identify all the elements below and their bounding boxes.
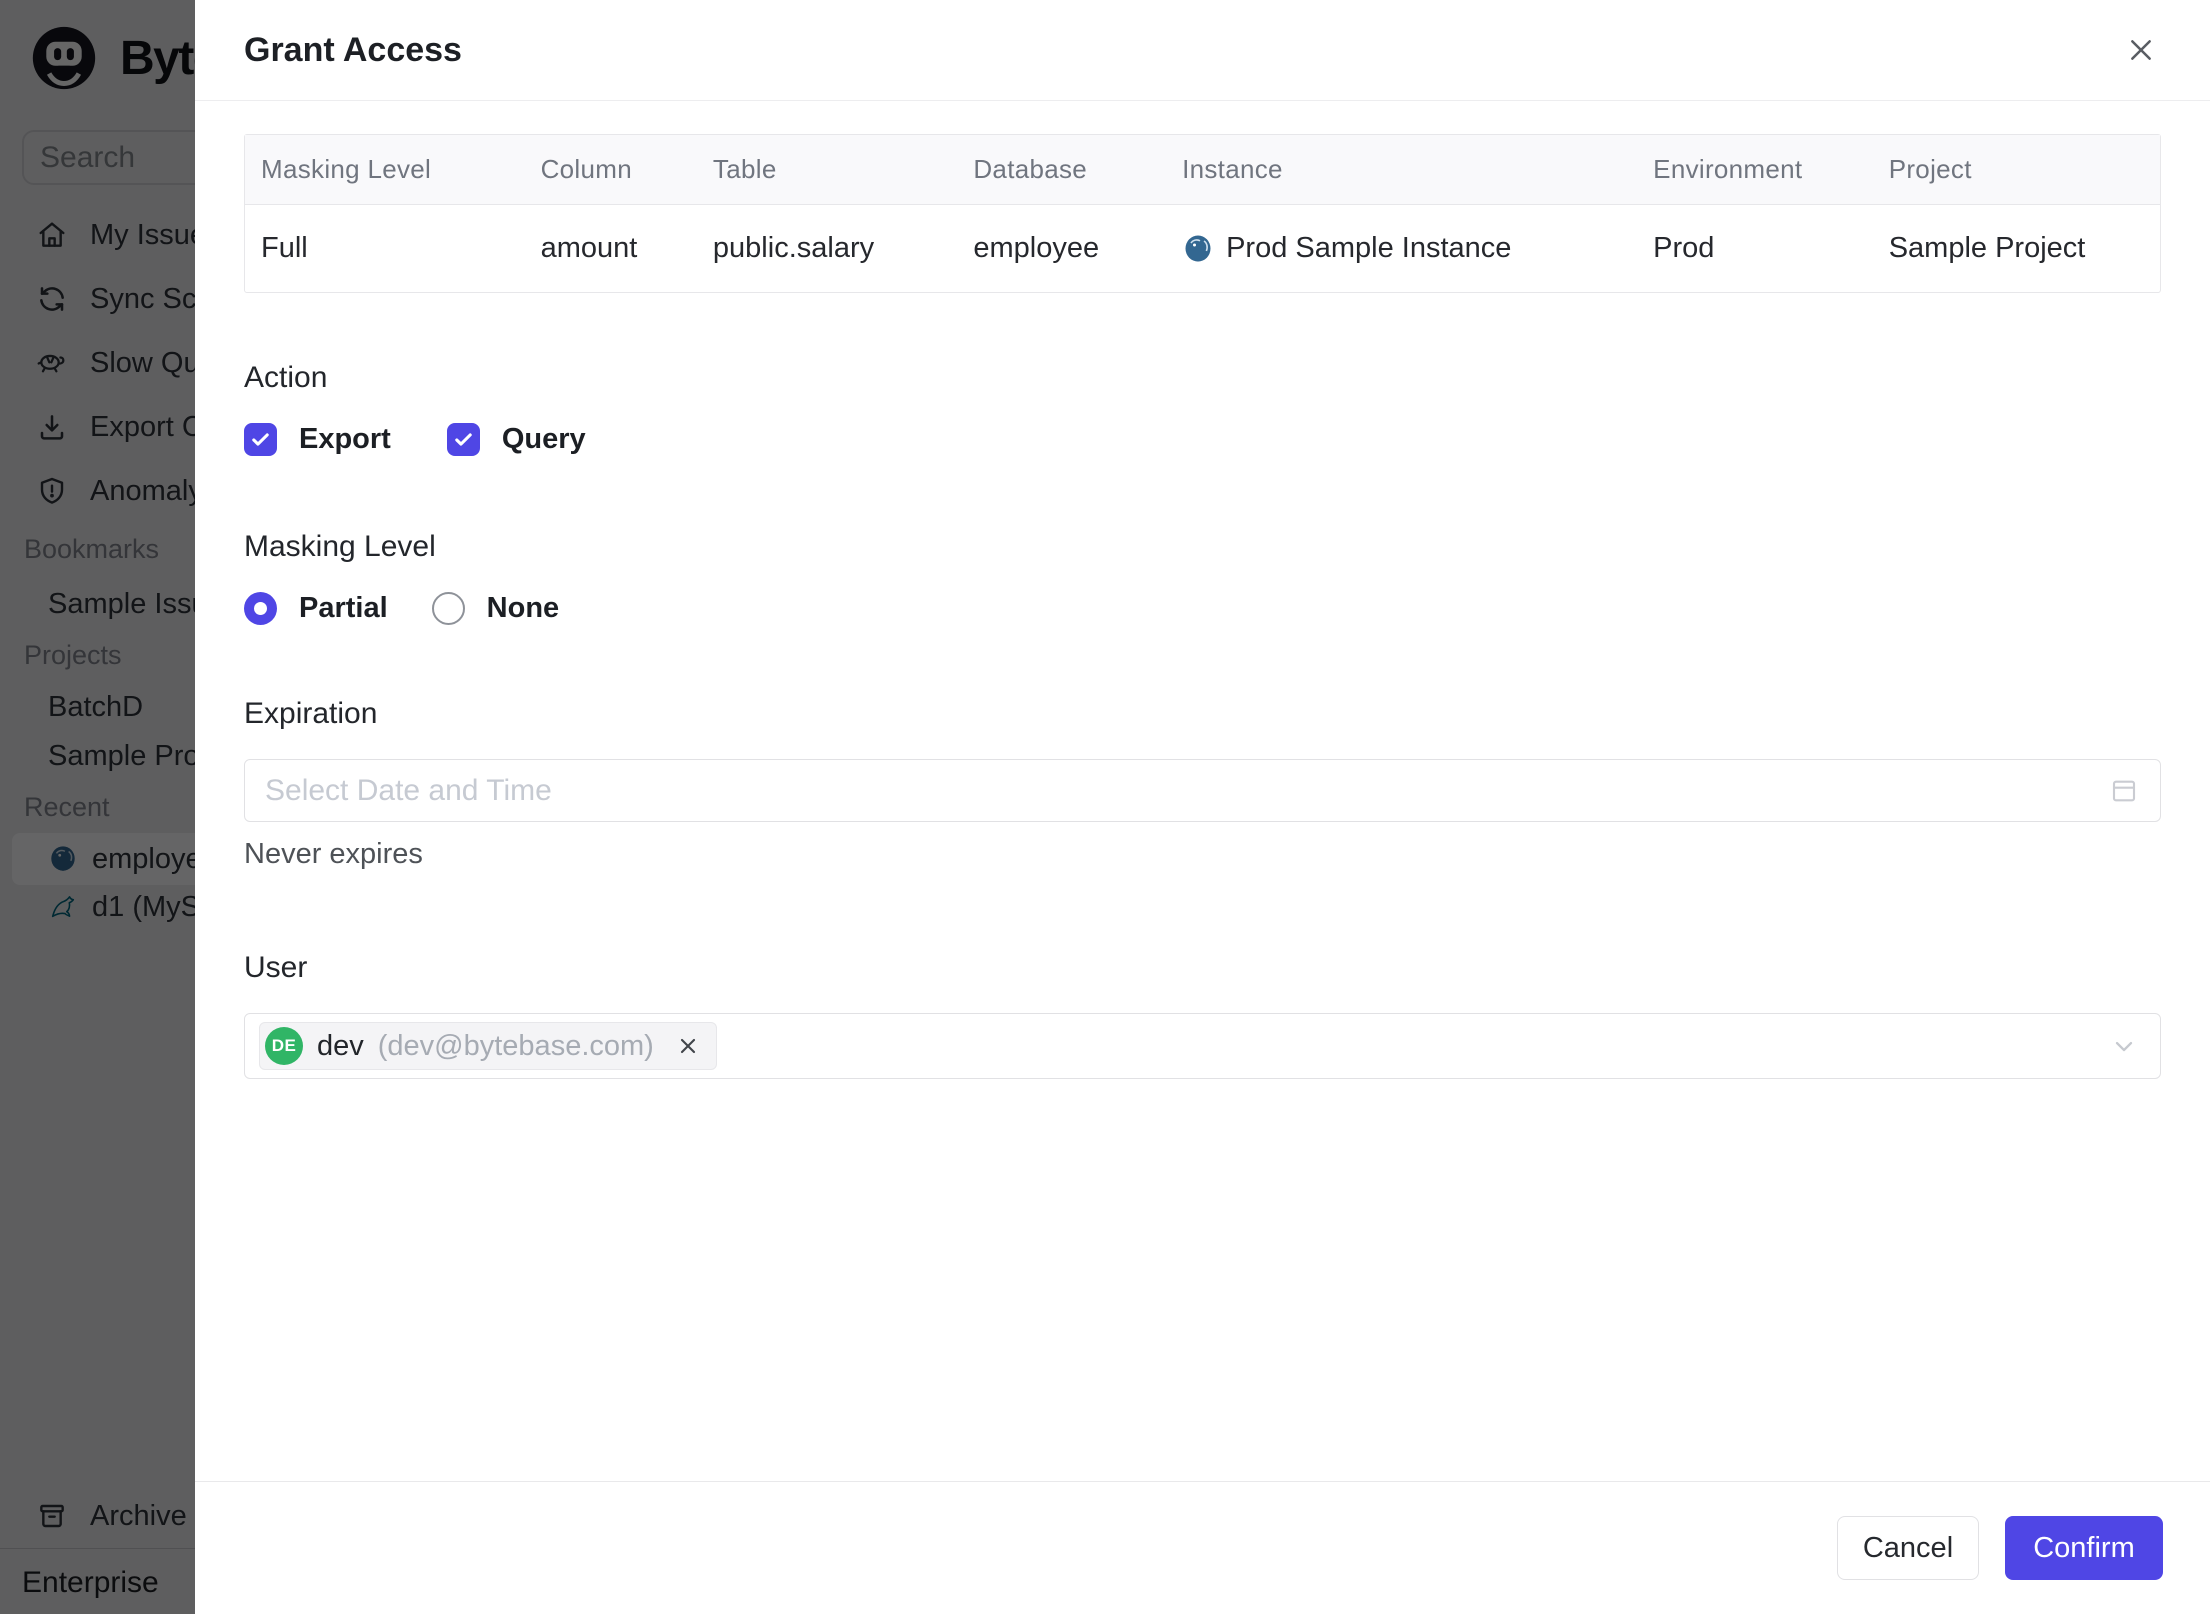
col-project: Project [1872, 135, 2160, 205]
cancel-button[interactable]: Cancel [1837, 1516, 1979, 1580]
user-email: (dev@bytebase.com) [377, 1029, 654, 1062]
checkbox-checked-icon [244, 423, 277, 456]
col-environment: Environment [1637, 135, 1873, 205]
user-name: dev [317, 1029, 364, 1062]
none-radio[interactable]: None [431, 592, 560, 625]
partial-label: Partial [299, 592, 388, 624]
confirm-button[interactable]: Confirm [2005, 1516, 2163, 1580]
col-table: Table [696, 135, 958, 205]
access-summary-table: Masking Level Column Table Database Inst… [244, 134, 2161, 293]
table-header-row: Masking Level Column Table Database Inst… [245, 135, 2160, 205]
avatar: DE [265, 1027, 303, 1065]
cell-instance: Prod Sample Instance [1166, 205, 1637, 293]
masking-options: Partial None [244, 592, 2161, 625]
chevron-down-icon [2110, 1032, 2138, 1060]
checkbox-checked-icon [446, 423, 480, 456]
modal-footer: Cancel Confirm [195, 1481, 2210, 1614]
radio-selected-icon [244, 592, 277, 625]
close-icon [680, 1038, 695, 1054]
instance-name: Prod Sample Instance [1226, 232, 1512, 264]
export-label: Export [299, 423, 391, 455]
user-select[interactable]: DE dev (dev@bytebase.com) [244, 1013, 2161, 1079]
cell-masking-level: Full [261, 232, 308, 264]
masking-level-heading: Masking Level [244, 530, 436, 563]
cell-project: Sample Project [1888, 232, 2086, 264]
action-options: Export Query [244, 423, 2161, 456]
cell-column: amount [540, 232, 638, 264]
query-label: Query [501, 423, 586, 455]
grant-access-modal: Grant Access Masking Level Column Table [195, 0, 2210, 1614]
user-tag: DE dev (dev@bytebase.com) [259, 1022, 717, 1070]
col-instance: Instance [1166, 135, 1638, 205]
expiration-date-picker[interactable] [244, 759, 2161, 822]
modal-body: Masking Level Column Table Database Inst… [195, 101, 2210, 1079]
table-row: Full amount public.salary employee Prod … [245, 205, 2160, 293]
close-icon [2131, 40, 2151, 60]
col-masking-level: Masking Level [245, 135, 525, 205]
close-button[interactable] [2121, 30, 2161, 70]
modal-title: Grant Access [244, 30, 462, 69]
partial-radio[interactable]: Partial [244, 592, 388, 625]
cell-database: employee [973, 232, 1100, 264]
action-heading: Action [244, 361, 328, 394]
query-checkbox[interactable]: Query [446, 423, 586, 456]
modal-header: Grant Access [195, 0, 2210, 101]
cell-environment: Prod [1653, 232, 1715, 264]
col-column: Column [524, 135, 697, 205]
expiration-date-input[interactable] [265, 773, 2108, 808]
export-checkbox[interactable]: Export [244, 423, 391, 456]
user-heading: User [244, 951, 308, 984]
postgres-icon [1185, 235, 1211, 261]
expiration-note: Never expires [244, 838, 423, 870]
radio-unselected-icon [431, 592, 465, 625]
remove-user-button[interactable] [674, 1032, 702, 1060]
calendar-icon [2112, 780, 2136, 801]
cell-table: public.salary [712, 232, 875, 264]
none-label: None [486, 592, 560, 624]
col-database: Database [957, 135, 1167, 205]
expiration-heading: Expiration [244, 697, 378, 730]
